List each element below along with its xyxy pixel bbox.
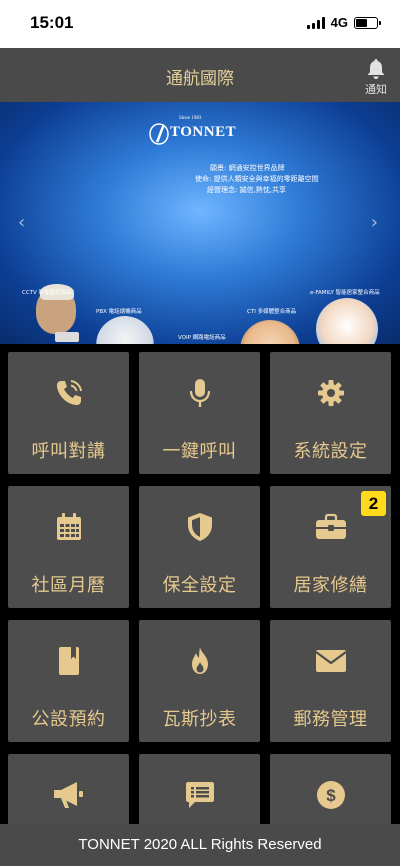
menu-grid: 呼叫對講 一鍵呼叫 系統設定 社區月曆 保全設定 2 居家修繕 公設預約 瓦斯抄…	[0, 344, 400, 824]
network-type: 4G	[330, 15, 348, 30]
book-icon	[58, 647, 79, 675]
signal-icon	[306, 16, 325, 29]
call-center-image	[240, 320, 300, 344]
gear-icon	[317, 380, 344, 406]
caption-voip: VOIP 網路電話商品	[178, 335, 226, 341]
menu-tile-calendar[interactable]: 社區月曆	[8, 486, 129, 608]
banner-line: 願景: 網通安控世界品牌	[210, 164, 285, 172]
menu-tile-label: 社區月曆	[31, 575, 106, 596]
message-icon	[185, 782, 214, 808]
banner-line: 使命: 提供人類安全與幸福的零距離空間	[195, 175, 319, 183]
menu-tile-settings[interactable]: 系統設定	[270, 352, 391, 474]
envelope-icon	[314, 650, 347, 672]
phone-icon	[56, 380, 82, 405]
menu-tile-label: 居家修繕	[293, 575, 368, 596]
menu-tile-intercom[interactable]: 呼叫對講	[8, 352, 129, 474]
caption-cctv: CCTV 影像監控商品	[22, 290, 72, 296]
menu-tile-gas-meter[interactable]: 瓦斯抄表	[139, 620, 260, 742]
logo-text: TONNET	[170, 124, 237, 140]
caption-cti: CTI 多媒體整合商品	[247, 309, 297, 315]
page-title: 通航國際	[166, 69, 234, 89]
banner-prev-arrow[interactable]: ‹	[18, 212, 25, 233]
tonnet-logo: Since 1983 TONNET	[146, 114, 256, 154]
camera-image	[55, 332, 79, 342]
fire-icon	[191, 647, 208, 674]
dollar-icon: $	[316, 781, 345, 809]
bell-icon	[367, 59, 385, 79]
shield-icon	[187, 513, 212, 541]
promo-banner[interactable]: Since 1983 TONNET 願景: 網通安控世界品牌 使命: 提供人類安…	[0, 102, 400, 344]
menu-tile-one-touch-call[interactable]: 一鍵呼叫	[139, 352, 260, 474]
logo-since: Since 1983	[179, 116, 202, 121]
toolbox-icon	[315, 513, 346, 539]
menu-tile-mail[interactable]: 郵務管理	[270, 620, 391, 742]
notification-button[interactable]: 通知	[358, 58, 394, 97]
menu-tile-facility-booking[interactable]: 公設預約	[8, 620, 129, 742]
status-indicators: 4G	[306, 15, 381, 30]
menu-tile-label: 郵務管理	[293, 709, 368, 730]
banner-statements: 願景: 網通安控世界品牌 使命: 提供人類安全與幸福的零距離空間 經營理念: 誠…	[195, 163, 319, 196]
notification-label: 通知	[365, 83, 387, 96]
calendar-icon	[56, 513, 81, 540]
menu-tile-repairs[interactable]: 2 居家修繕	[270, 486, 391, 608]
status-bar: 15:01 4G	[0, 0, 400, 48]
menu-tile-label: 呼叫對講	[31, 441, 106, 462]
caption-efamily: e-FAMILY 智能居家整合商品	[310, 290, 380, 296]
status-time: 15:01	[30, 13, 74, 32]
tonnet-logo-mark	[149, 123, 169, 145]
menu-tile-announcements[interactable]	[8, 754, 129, 824]
menu-tile-messages[interactable]	[139, 754, 260, 824]
menu-tile-label: 保全設定	[162, 575, 237, 596]
caption-pbx: PBX 電話總機商品	[96, 309, 142, 315]
app-header: 通航國際 通知	[0, 48, 400, 102]
banner-next-arrow[interactable]: ›	[371, 212, 378, 233]
menu-tile-payments[interactable]: $	[270, 754, 391, 824]
office-team-image	[96, 316, 154, 344]
banner-line: 經營理念: 誠信,熱忱,共享	[207, 186, 287, 194]
menu-tile-label: 瓦斯抄表	[162, 709, 237, 730]
microphone-icon	[189, 379, 210, 407]
footer: TONNET 2020 ALL Rights Reserved	[0, 824, 400, 866]
menu-tile-label: 公設預約	[31, 709, 106, 730]
family-image	[316, 298, 378, 344]
megaphone-icon	[53, 782, 83, 808]
menu-tile-label: 系統設定	[293, 441, 368, 462]
menu-tile-security[interactable]: 保全設定	[139, 486, 260, 608]
svg-text:$: $	[326, 786, 336, 805]
battery-icon	[354, 16, 381, 29]
menu-tile-label: 一鍵呼叫	[162, 441, 237, 462]
